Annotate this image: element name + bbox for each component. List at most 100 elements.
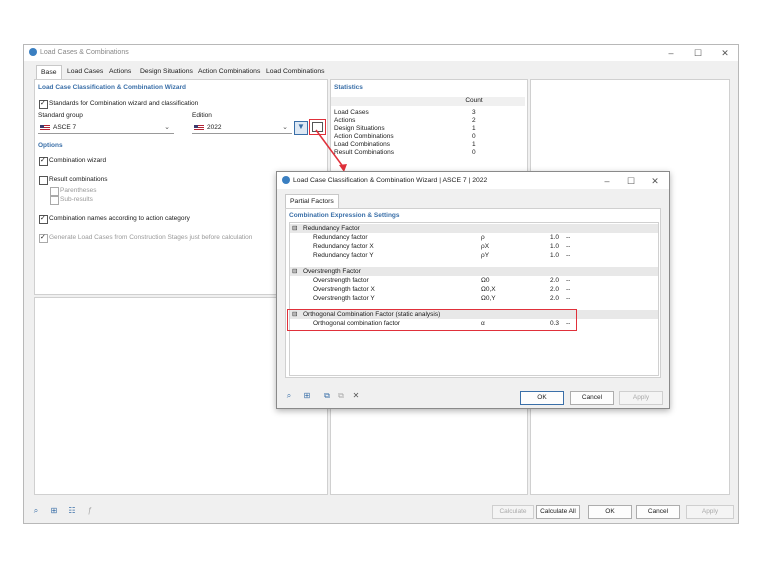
factor-label: Redundancy factor Y xyxy=(313,252,374,259)
name-header xyxy=(331,97,423,106)
dialog-apply-button[interactable]: Apply xyxy=(619,391,663,405)
tab-action-combinations[interactable]: Action Combinations xyxy=(194,65,264,78)
generate-load-cases-checkbox[interactable] xyxy=(39,233,48,243)
count-header: Count xyxy=(423,97,525,106)
stat-count: 2 xyxy=(472,117,476,124)
function-icon[interactable]: ƒ xyxy=(84,505,96,516)
factor-symbol: Ω0,Y xyxy=(481,295,496,302)
standard-group-select[interactable]: ASCE 7 ⌄ xyxy=(38,122,174,134)
collapse-icon[interactable]: ⊟ xyxy=(292,267,297,275)
maximize-icon[interactable]: ☐ xyxy=(691,47,705,59)
dialog-ok-button[interactable]: OK xyxy=(520,391,564,405)
factor-row[interactable]: Overstrength factor Ω0 2.0 -- xyxy=(290,276,658,285)
result-combinations-label: Result combinations xyxy=(49,176,108,183)
factor-symbol: ρY xyxy=(481,252,490,259)
title-bar: Load Cases & Combinations – ☐ ✕ xyxy=(24,45,738,61)
cancel-button[interactable]: Cancel xyxy=(636,505,680,519)
factors-tree: ⊟ Redundancy Factor Redundancy factor ρ … xyxy=(287,222,659,376)
stat-count: 1 xyxy=(472,141,476,148)
factor-label: Overstrength factor xyxy=(313,277,369,284)
tab-partial-factors[interactable]: Partial Factors xyxy=(285,194,339,208)
table-icon[interactable]: ☷ xyxy=(66,505,78,516)
factor-unit: -- xyxy=(566,277,571,284)
factor-value[interactable]: 2.0 xyxy=(550,286,559,293)
search-icon[interactable]: ⌕ xyxy=(30,505,42,516)
us-flag-icon xyxy=(40,125,50,131)
tab-base[interactable]: Base xyxy=(36,65,62,79)
factor-symbol: ρ xyxy=(481,234,485,241)
factor-value[interactable]: 1.0 xyxy=(550,234,559,241)
minimize-icon[interactable]: – xyxy=(600,175,614,187)
window-title: Load Cases & Combinations xyxy=(40,49,129,56)
delete-icon[interactable]: ✕ xyxy=(350,390,362,401)
factor-row[interactable]: Redundancy factor X ρX 1.0 -- xyxy=(290,242,658,251)
standards-label: Standards for Combination wizard and cla… xyxy=(49,100,199,107)
stat-count: 0 xyxy=(472,133,476,140)
factor-unit: -- xyxy=(566,243,571,250)
factor-symbol: Ω0,X xyxy=(481,286,496,293)
minimize-icon[interactable]: – xyxy=(664,47,678,59)
group-name: Overstrength Factor xyxy=(303,268,361,275)
group-row-redundancy[interactable]: ⊟ Redundancy Factor xyxy=(290,224,658,233)
edition-select[interactable]: 2022 ⌄ xyxy=(192,122,292,134)
factor-symbol: Ω0 xyxy=(481,277,490,284)
combination-names-label: Combination names according to action ca… xyxy=(49,215,190,222)
options-title: Options xyxy=(38,142,63,149)
factor-label: Redundancy factor X xyxy=(313,243,374,250)
chevron-down-icon: ⌄ xyxy=(282,124,288,131)
tab-design-situations[interactable]: Design Situations xyxy=(136,65,197,78)
units-icon[interactable]: ⊞ xyxy=(301,390,313,401)
close-icon[interactable]: ✕ xyxy=(648,175,662,187)
tab-bar: Base Load Cases Actions Design Situation… xyxy=(24,62,738,79)
standard-group-label: Standard group xyxy=(38,112,83,119)
tab-load-combinations[interactable]: Load Combinations xyxy=(262,65,329,78)
factor-label: Redundancy factor xyxy=(313,234,368,241)
factor-unit: -- xyxy=(566,295,571,302)
wizard-dialog: Load Case Classification & Combination W… xyxy=(276,171,670,409)
search-icon[interactable]: ⌕ xyxy=(283,390,295,401)
calculate-all-button[interactable]: Calculate All xyxy=(536,505,580,519)
standard-group-value: ASCE 7 xyxy=(53,124,77,131)
combination-wizard-label: Combination wizard xyxy=(49,157,107,164)
app-icon xyxy=(282,176,290,184)
us-flag-icon xyxy=(194,125,204,131)
combination-wizard-checkbox[interactable] xyxy=(39,156,48,166)
edition-label: Edition xyxy=(192,112,212,119)
factor-row[interactable]: Overstrength factor X Ω0,X 2.0 -- xyxy=(290,285,658,294)
group-name: Redundancy Factor xyxy=(303,225,360,232)
parentheses-checkbox[interactable] xyxy=(50,187,59,196)
factor-value[interactable]: 2.0 xyxy=(550,295,559,302)
parentheses-label: Parentheses xyxy=(60,187,97,194)
load-icon[interactable]: ⧉ xyxy=(335,390,347,401)
dialog-section-title: Combination Expression & Settings xyxy=(289,212,400,219)
factor-symbol: ρX xyxy=(481,243,490,250)
ok-button[interactable]: OK xyxy=(588,505,632,519)
factor-row[interactable]: Overstrength factor Y Ω0,Y 2.0 -- xyxy=(290,294,658,303)
factor-value[interactable]: 2.0 xyxy=(550,277,559,284)
factor-unit: -- xyxy=(566,286,571,293)
collapse-icon[interactable]: ⊟ xyxy=(292,224,297,232)
calculate-button[interactable]: Calculate xyxy=(492,505,534,519)
tab-load-cases[interactable]: Load Cases xyxy=(63,65,107,78)
group-row-overstrength[interactable]: ⊟ Overstrength Factor xyxy=(290,267,658,276)
factor-row[interactable]: Redundancy factor Y ρY 1.0 -- xyxy=(290,251,658,260)
factor-row[interactable]: Redundancy factor ρ 1.0 -- xyxy=(290,233,658,242)
factor-value[interactable]: 1.0 xyxy=(550,252,559,259)
apply-button[interactable]: Apply xyxy=(686,505,734,519)
maximize-icon[interactable]: ☐ xyxy=(624,175,638,187)
tab-actions[interactable]: Actions xyxy=(105,65,135,78)
dialog-title: Load Case Classification & Combination W… xyxy=(293,177,488,184)
stat-count: 0 xyxy=(472,149,476,156)
close-icon[interactable]: ✕ xyxy=(718,47,732,59)
save-icon[interactable]: ⧉ xyxy=(321,390,333,401)
standards-checkbox[interactable] xyxy=(39,99,48,109)
dialog-cancel-button[interactable]: Cancel xyxy=(570,391,614,405)
generate-load-cases-label: Generate Load Cases from Construction St… xyxy=(49,234,253,241)
units-icon[interactable]: ⊞ xyxy=(48,505,60,516)
factor-value[interactable]: 1.0 xyxy=(550,243,559,250)
app-icon xyxy=(29,48,37,56)
combination-names-checkbox[interactable] xyxy=(39,214,48,224)
sub-results-checkbox[interactable] xyxy=(50,196,59,205)
factor-label: Overstrength factor Y xyxy=(313,295,375,302)
result-combinations-checkbox[interactable] xyxy=(39,176,48,185)
